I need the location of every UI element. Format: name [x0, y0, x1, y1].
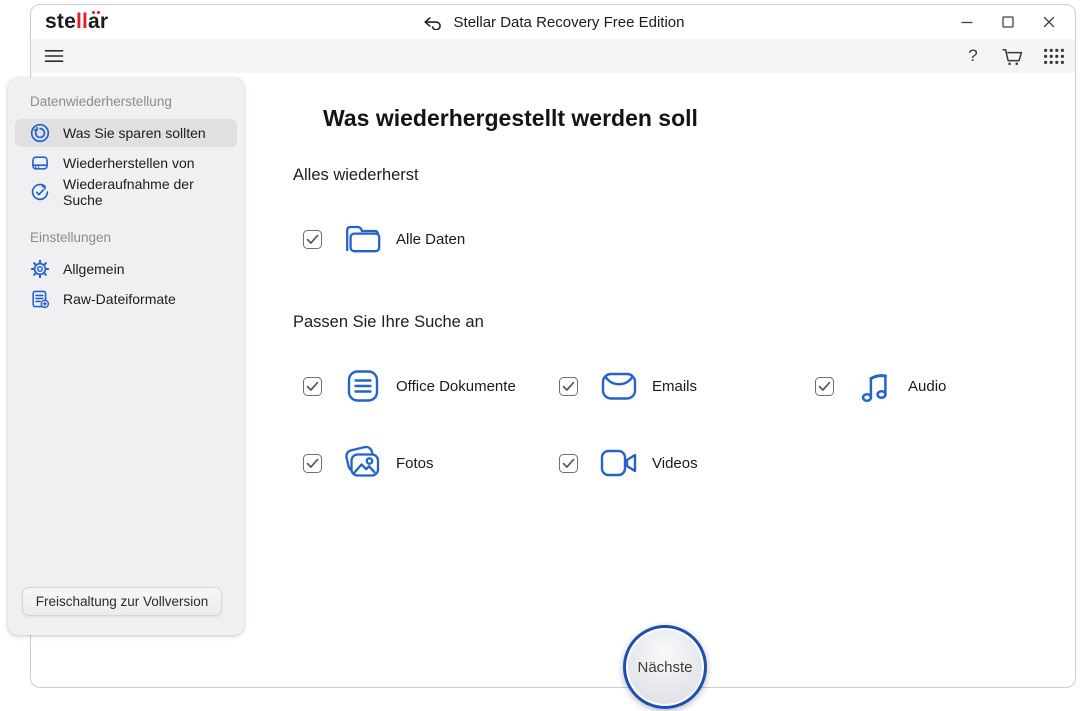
toolbar: ?	[31, 39, 1075, 73]
video-camera-icon	[596, 447, 642, 479]
sidebar-item-wiederherstellen-von[interactable]: Wiederherstellen von	[15, 149, 237, 177]
list-item-fotos[interactable]: Fotos	[293, 441, 434, 485]
recover-all-heading: Alles wiederherst	[293, 166, 419, 185]
photos-icon	[340, 444, 386, 482]
sidebar-item-label: Wiederaufnahme der Suche	[63, 176, 237, 208]
sidebar-item-label: Wiederherstellen von	[63, 155, 195, 171]
email-icon	[596, 369, 642, 403]
emails-label: Emails	[652, 378, 697, 395]
back-arrow-icon	[422, 15, 444, 30]
page-title: Was wiederhergestellt werden soll	[323, 105, 698, 132]
customize-search-heading: Passen Sie Ihre Suche an	[293, 313, 484, 332]
sidebar-item-label: Allgemein	[63, 261, 124, 277]
audio-checkbox[interactable]	[815, 377, 834, 396]
raw-file-icon	[30, 289, 50, 309]
sidebar-item-raw-dateiformate[interactable]: Raw-Dateiformate	[15, 285, 237, 313]
videos-label: Videos	[652, 455, 698, 472]
alle-daten-checkbox[interactable]	[303, 230, 322, 249]
list-item-emails[interactable]: Emails	[549, 364, 697, 408]
sidebar-item-label: Raw-Dateiformate	[63, 291, 176, 307]
list-item-alle-daten[interactable]: Alle Daten	[293, 217, 465, 261]
office-dokumente-label: Office Dokumente	[396, 378, 516, 395]
app-grid-icon[interactable]	[1043, 48, 1065, 65]
drive-icon	[30, 153, 50, 173]
alle-daten-label: Alle Daten	[396, 231, 465, 248]
office-dokumente-checkbox[interactable]	[303, 377, 322, 396]
help-icon[interactable]: ?	[965, 46, 981, 66]
window-controls	[953, 5, 1063, 39]
sidebar: Datenwiederherstellung Was Sie sparen so…	[8, 78, 244, 635]
list-item-office-dokumente[interactable]: Office Dokumente	[293, 364, 516, 408]
list-item-videos[interactable]: Videos	[549, 441, 698, 485]
sidebar-item-was-sie-sparen-sollten[interactable]: Was Sie sparen sollten	[15, 119, 237, 147]
activate-full-version-button[interactable]: Freischaltung zur Vollversion	[22, 587, 222, 616]
next-button[interactable]: Nächste	[623, 625, 707, 709]
emails-checkbox[interactable]	[559, 377, 578, 396]
sidebar-item-wiederaufnahme-der-suche[interactable]: Wiederaufnahme der Suche	[15, 178, 237, 206]
window-title-area: Stellar Data Recovery Free Edition	[31, 5, 1075, 39]
gear-icon	[30, 259, 50, 279]
folder-icon	[340, 221, 386, 257]
list-item-audio[interactable]: Audio	[805, 364, 946, 408]
document-icon	[340, 367, 386, 405]
audio-label: Audio	[908, 378, 946, 395]
hamburger-menu-icon[interactable]	[44, 48, 64, 64]
sidebar-section-datenwiederherstellung: Datenwiederherstellung	[30, 93, 244, 110]
window-title: Stellar Data Recovery Free Edition	[454, 14, 685, 31]
titlebar: stellar Stellar Data Recovery Free Editi…	[31, 5, 1075, 39]
toolbar-right-group: ?	[965, 46, 1065, 67]
cart-icon[interactable]	[1000, 46, 1024, 67]
close-icon[interactable]	[1035, 8, 1063, 36]
fotos-checkbox[interactable]	[303, 454, 322, 473]
minimize-icon[interactable]	[953, 8, 981, 36]
resume-search-icon	[30, 182, 50, 202]
sidebar-item-label: Was Sie sparen sollten	[63, 125, 206, 141]
videos-checkbox[interactable]	[559, 454, 578, 473]
sidebar-section-einstellungen: Einstellungen	[30, 229, 244, 246]
restore-icon	[30, 123, 50, 143]
music-note-icon	[852, 367, 898, 405]
fotos-label: Fotos	[396, 455, 434, 472]
sidebar-item-allgemein[interactable]: Allgemein	[15, 255, 237, 283]
maximize-icon[interactable]	[994, 8, 1022, 36]
